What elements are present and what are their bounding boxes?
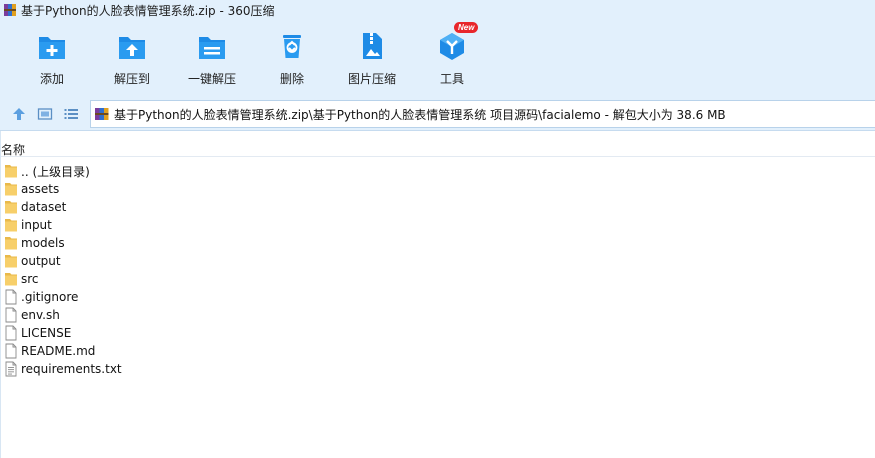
image-zip-icon xyxy=(363,33,382,59)
toolbar: 添加 解压到 一键解压 删除 图片压缩 New 工具 xyxy=(0,20,875,97)
file-row[interactable]: requirements.txt xyxy=(0,360,875,378)
file-name: .gitignore xyxy=(21,290,79,304)
file-name: requirements.txt xyxy=(21,362,122,376)
add-label: 添加 xyxy=(39,72,64,86)
file-row[interactable]: output xyxy=(0,252,875,270)
file-name: output xyxy=(21,254,61,268)
app-window: 基于Python的人脸表情管理系统.zip - 360压缩 添加 解压到 一键解… xyxy=(0,0,875,458)
file-row[interactable]: .gitignore xyxy=(0,288,875,306)
file-name: README.md xyxy=(21,344,96,358)
tools-label: 工具 xyxy=(439,72,464,86)
column-name-header[interactable]: 名称 xyxy=(1,141,25,158)
file-list: .. (上级目录) assets dataset input models output s… xyxy=(0,162,875,378)
folder-icon xyxy=(5,219,17,232)
file-icon xyxy=(5,307,17,323)
file-name: src xyxy=(21,272,39,286)
file-row[interactable]: dataset xyxy=(0,198,875,216)
column-header: 名称 xyxy=(0,139,875,157)
folder-icon xyxy=(5,201,17,214)
folder-icon xyxy=(5,183,17,196)
one-click-extract-icon xyxy=(199,37,225,59)
file-icon xyxy=(5,289,17,305)
up-arrow-icon[interactable] xyxy=(11,106,27,122)
file-icon xyxy=(5,343,17,359)
image-compress-button[interactable]: 图片压缩 xyxy=(332,30,412,94)
folder-icon xyxy=(5,237,17,250)
extract-to-label: 解压到 xyxy=(113,72,150,86)
delete-button[interactable]: 删除 xyxy=(252,30,332,94)
delete-label: 删除 xyxy=(279,72,304,86)
winrar-zip-icon xyxy=(95,108,109,120)
window-title: 基于Python的人脸表情管理系统.zip - 360压缩 xyxy=(21,3,275,18)
folder-icon xyxy=(5,255,17,268)
address-path: 基于Python的人脸表情管理系统.zip\基于Python的人脸表情管理系统 … xyxy=(114,107,726,122)
add-icon xyxy=(39,37,65,59)
list-view-icon[interactable] xyxy=(63,106,79,122)
address-bar[interactable]: 基于Python的人脸表情管理系统.zip\基于Python的人脸表情管理系统 … xyxy=(90,100,875,128)
image-compress-label: 图片压缩 xyxy=(347,72,396,86)
folder-icon xyxy=(5,165,17,178)
recycle-icon xyxy=(283,35,301,58)
file-row[interactable]: models xyxy=(0,234,875,252)
address-row: 基于Python的人脸表情管理系统.zip\基于Python的人脸表情管理系统 … xyxy=(0,97,875,131)
file-name: dataset xyxy=(21,200,67,214)
title-bar: 基于Python的人脸表情管理系统.zip - 360压缩 xyxy=(0,0,875,20)
file-row[interactable]: assets xyxy=(0,180,875,198)
one-click-extract-label: 一键解压 xyxy=(187,72,236,86)
file-name: input xyxy=(21,218,52,232)
folder-icon xyxy=(5,273,17,286)
file-row[interactable]: .. (上级目录) xyxy=(0,162,875,180)
file-name: env.sh xyxy=(21,308,60,322)
file-row[interactable]: README.md xyxy=(0,342,875,360)
file-row[interactable]: LICENSE xyxy=(0,324,875,342)
file-row[interactable]: env.sh xyxy=(0,306,875,324)
tools-button[interactable]: New 工具 xyxy=(412,22,492,94)
one-click-extract-button[interactable]: 一键解压 xyxy=(172,30,252,94)
tools-cube-icon xyxy=(440,33,464,60)
file-name: models xyxy=(21,236,65,250)
file-name: LICENSE xyxy=(21,326,72,340)
add-button[interactable]: 添加 xyxy=(12,30,92,94)
text-file-icon xyxy=(5,361,17,377)
file-row[interactable]: input xyxy=(0,216,875,234)
tools-icon-wrap: New xyxy=(436,22,479,62)
extract-to-icon xyxy=(119,37,145,59)
extract-to-button[interactable]: 解压到 xyxy=(92,30,172,94)
file-row[interactable]: src xyxy=(0,270,875,288)
file-icon xyxy=(5,325,17,341)
file-name: assets xyxy=(21,182,60,196)
new-badge: New xyxy=(454,22,479,33)
winrar-zip-icon xyxy=(4,4,16,16)
file-name: .. (上级目录) xyxy=(21,164,90,179)
thumbnail-view-icon[interactable] xyxy=(37,106,53,122)
